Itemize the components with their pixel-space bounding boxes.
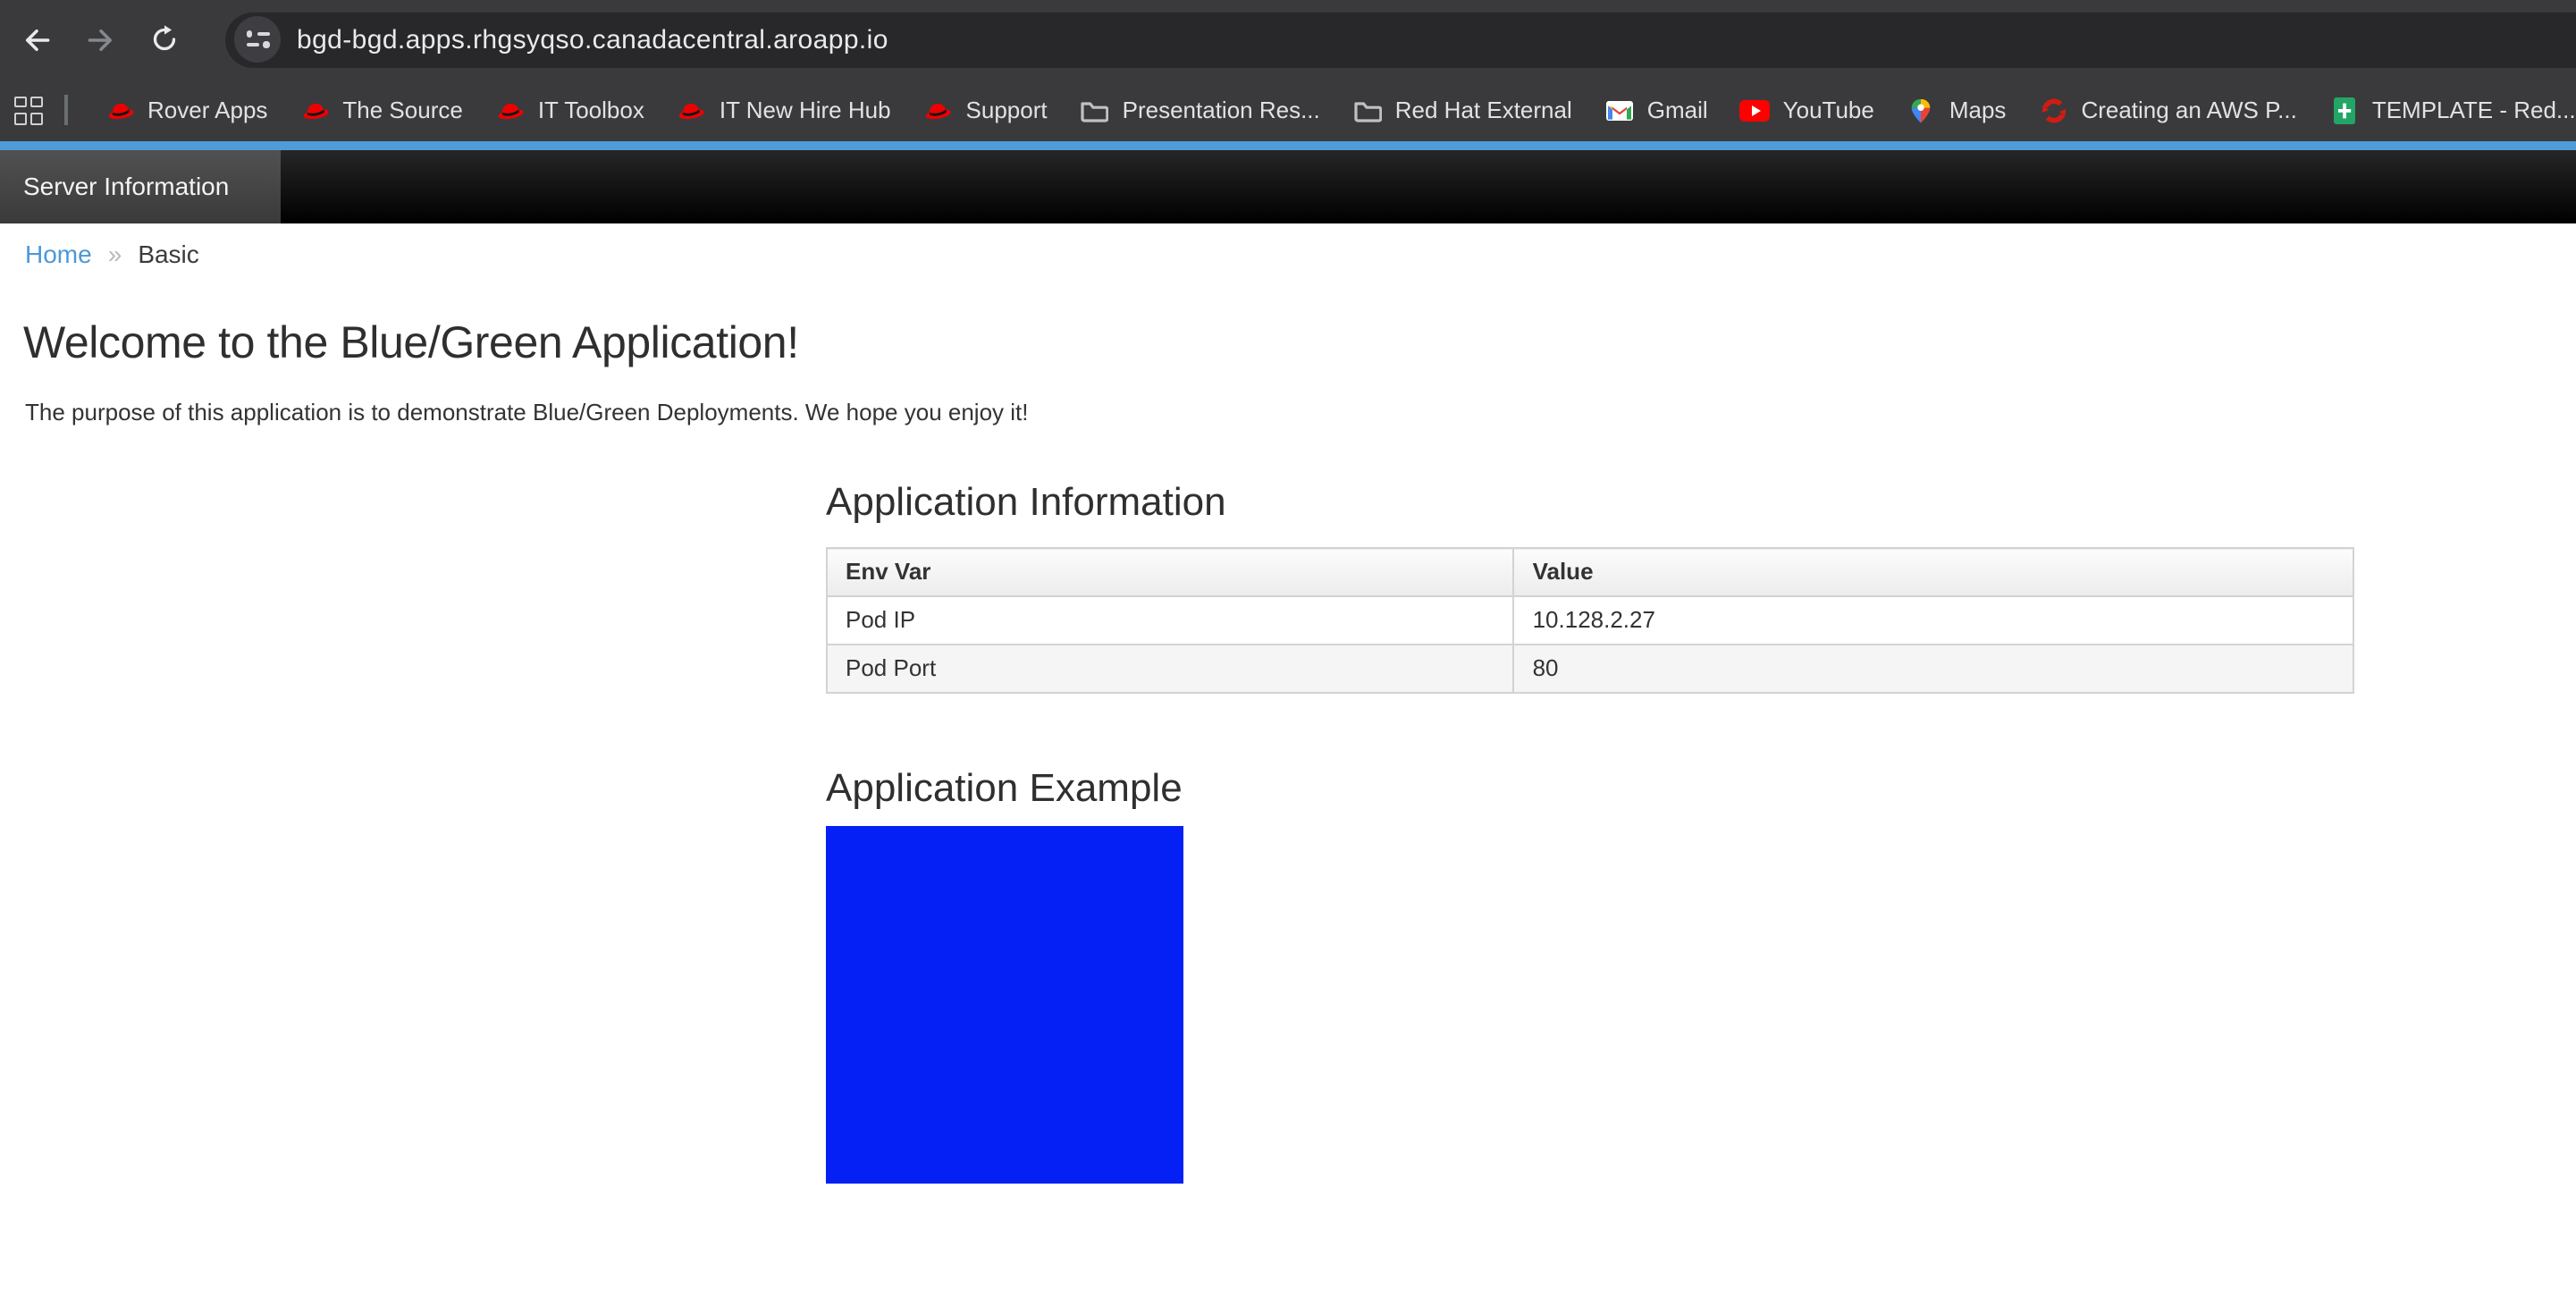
table-row: Pod Port 80 (827, 645, 2353, 693)
site-settings-icon[interactable] (234, 16, 281, 63)
redhat-icon (677, 95, 707, 125)
reload-icon (148, 23, 181, 55)
table-header-row: Env Var Value (827, 548, 2353, 596)
column-header-env-var: Env Var (827, 548, 1514, 596)
bookmark-label: The Source (342, 97, 462, 123)
forward-button[interactable] (75, 14, 125, 64)
redhat-icon (299, 95, 330, 125)
back-arrow-icon (19, 22, 53, 56)
bookmark-label: Red Hat External (1395, 97, 1572, 123)
bookmark-maps[interactable]: Maps (1890, 87, 2023, 133)
page-top-accent (0, 141, 2576, 150)
gmail-icon (1604, 95, 1635, 125)
bookmarks-bar: Rover Apps The Source IT Toolbox (0, 79, 2576, 141)
page-subtitle: The purpose of this application is to de… (25, 399, 1029, 426)
bookmarks-divider (64, 95, 67, 125)
reload-button[interactable] (139, 14, 189, 64)
folder-icon (1080, 95, 1110, 125)
bookmark-gmail[interactable]: Gmail (1588, 87, 1724, 133)
app-info-heading: Application Information (826, 479, 2356, 526)
bookmark-label: TEMPLATE - Red... (2372, 97, 2576, 123)
application-info-section: Application Information Env Var Value Po… (826, 479, 2356, 1184)
table-row: Pod IP 10.128.2.27 (827, 596, 2353, 645)
bookmark-template-red[interactable]: TEMPLATE - Red... (2313, 87, 2576, 133)
bookmark-label: Creating an AWS P... (2081, 97, 2296, 123)
redhat-icon (105, 95, 135, 125)
bookmark-creating-an-aws-p[interactable]: Creating an AWS P... (2022, 87, 2312, 133)
column-header-value: Value (1514, 548, 2353, 596)
maps-icon (1907, 95, 1937, 125)
cell-value: 10.128.2.27 (1514, 596, 2353, 645)
page-title: Welcome to the Blue/Green Application! (23, 318, 799, 370)
bookmark-label: Rover Apps (147, 97, 267, 123)
folder-icon (1352, 95, 1383, 125)
bookmark-label: YouTube (1783, 97, 1874, 123)
cell-env-var: Pod Port (827, 645, 1514, 693)
breadcrumb: Home » Basic (25, 240, 199, 268)
forward-arrow-icon (83, 22, 117, 56)
bookmark-the-source[interactable]: The Source (283, 87, 478, 133)
browser-window: bgd-bgd.apps.rhgsyqso.canadacentral.aroa… (0, 0, 2576, 1298)
breadcrumb-current: Basic (138, 240, 198, 268)
bookmark-label: IT New Hire Hub (720, 97, 891, 123)
bookmark-label: Maps (1949, 97, 2007, 123)
bookmark-label: Gmail (1647, 97, 1708, 123)
bookmark-support[interactable]: Support (907, 87, 1064, 133)
url-bar[interactable]: bgd-bgd.apps.rhgsyqso.canadacentral.aroa… (225, 12, 2576, 67)
deployment-color-box (826, 826, 1183, 1184)
cell-env-var: Pod IP (827, 596, 1514, 645)
nav-tab-label: Server Information (23, 172, 229, 200)
browser-toolbar: bgd-bgd.apps.rhgsyqso.canadacentral.aroa… (0, 0, 2576, 79)
bookmark-label: Presentation Res... (1123, 97, 1320, 123)
cell-value: 80 (1514, 645, 2353, 693)
bookmark-presentation-resources[interactable]: Presentation Res... (1064, 87, 1336, 133)
bookmark-it-toolbox[interactable]: IT Toolbox (479, 87, 661, 133)
bookmark-rover-apps[interactable]: Rover Apps (88, 87, 283, 133)
nav-tab-server-information[interactable]: Server Information (0, 150, 281, 223)
page-navbar: Server Information (0, 150, 2576, 223)
bookmark-label: IT Toolbox (538, 97, 644, 123)
breadcrumb-separator-icon: » (108, 240, 122, 268)
youtube-icon (1740, 95, 1771, 125)
sheets-icon (2329, 95, 2360, 125)
app-info-table: Env Var Value Pod IP 10.128.2.27 Pod Por… (826, 547, 2354, 694)
bookmark-label: Support (966, 97, 1048, 123)
apps-grid-icon[interactable] (14, 96, 43, 124)
bookmark-youtube[interactable]: YouTube (1724, 87, 1890, 133)
back-button[interactable] (11, 14, 61, 64)
redhat-icon (495, 95, 526, 125)
app-example-heading: Application Example (826, 765, 2356, 812)
bookmark-it-new-hire-hub[interactable]: IT New Hire Hub (661, 87, 907, 133)
redhat-icon (923, 95, 954, 125)
openshift-icon (2038, 95, 2068, 125)
url-text[interactable]: bgd-bgd.apps.rhgsyqso.canadacentral.aroa… (297, 24, 888, 55)
bookmark-red-hat-external[interactable]: Red Hat External (1336, 87, 1588, 133)
breadcrumb-home-link[interactable]: Home (25, 240, 92, 268)
